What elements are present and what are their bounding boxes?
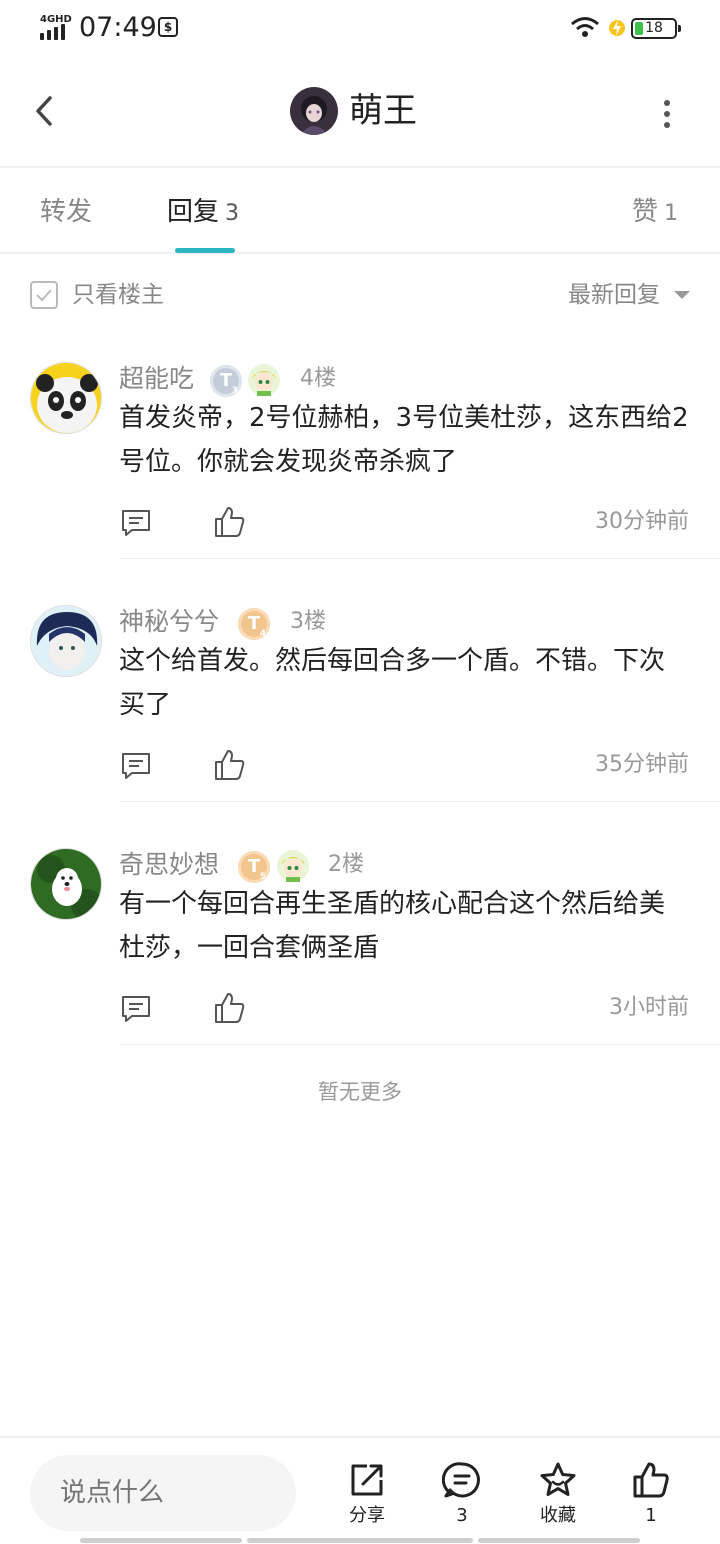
divider bbox=[120, 801, 720, 802]
divider bbox=[120, 558, 720, 559]
favorite-button[interactable]: 收藏 bbox=[522, 1460, 594, 1528]
gesture-bar bbox=[80, 1538, 242, 1543]
like-icon[interactable] bbox=[213, 505, 247, 539]
comment-time: 35分钟前 bbox=[595, 752, 689, 777]
commenter-avatar[interactable] bbox=[30, 848, 102, 920]
level-badge-icon: T5 bbox=[238, 851, 270, 883]
floor-number: 2楼 bbox=[328, 852, 364, 877]
comment-input[interactable] bbox=[30, 1455, 296, 1531]
only-op-label[interactable]: 只看楼主 bbox=[72, 280, 164, 310]
like-icon[interactable] bbox=[213, 748, 247, 782]
active-tab-indicator bbox=[175, 248, 235, 253]
more-options-button[interactable] bbox=[652, 92, 682, 132]
comment-item: 奇思妙想 T5 2楼 有一个每回合再生圣盾的核心配合这个然后给美杜莎，一回合套俩… bbox=[0, 848, 720, 1091]
top-nav: 萌王 bbox=[0, 56, 720, 168]
comment-count: 3 bbox=[456, 1505, 468, 1526]
author-avatar[interactable] bbox=[290, 87, 338, 135]
comment-item: 神秘兮兮 T4 3楼 这个给首发。然后每回合多一个盾。不错。下次买了 35分钟前 bbox=[0, 605, 720, 848]
tab-replies-count: 3 bbox=[225, 201, 240, 226]
share-button[interactable]: 分享 bbox=[331, 1460, 403, 1528]
filter-row: 只看楼主 最新回复 bbox=[0, 256, 720, 336]
like-button[interactable]: 1 bbox=[615, 1460, 687, 1528]
comment-time: 3小时前 bbox=[609, 995, 689, 1020]
tab-bar: 转发 回复 3 赞1 bbox=[0, 170, 720, 254]
commenter-avatar[interactable] bbox=[30, 362, 102, 434]
tab-likes[interactable]: 赞1 bbox=[632, 196, 678, 230]
status-time: 07:49 bbox=[79, 12, 157, 43]
share-icon bbox=[351, 1464, 383, 1496]
comment-text: 这个给首发。然后每回合多一个盾。不错。下次买了 bbox=[119, 646, 666, 720]
floor-number: 4楼 bbox=[300, 366, 336, 391]
caret-down-icon[interactable] bbox=[674, 291, 690, 299]
tab-likes-count: 1 bbox=[664, 201, 679, 226]
comment-button[interactable]: 3 bbox=[426, 1460, 498, 1528]
only-op-checkbox[interactable] bbox=[30, 281, 58, 309]
commenter-avatar[interactable] bbox=[30, 605, 102, 677]
tab-repost[interactable]: 转发 bbox=[40, 196, 92, 228]
comment-text: 首发炎帝，2号位赫柏，3号位美杜莎，这东西给2号位。你就会发现炎帝杀疯了 bbox=[119, 403, 689, 477]
gesture-bar bbox=[247, 1538, 473, 1543]
page-title: 萌王 bbox=[349, 91, 417, 131]
battery-icon: 18 bbox=[631, 18, 681, 39]
notification-icon: $ bbox=[158, 17, 178, 37]
reply-icon[interactable] bbox=[120, 993, 152, 1025]
charging-icon bbox=[609, 20, 625, 36]
level-badge-icon: T4 bbox=[238, 608, 270, 640]
bottom-action-bar: 分享 3 收藏 1 bbox=[0, 1436, 720, 1544]
commenter-name[interactable]: 奇思妙想 bbox=[119, 848, 219, 882]
share-label: 分享 bbox=[349, 1505, 385, 1526]
reply-icon[interactable] bbox=[120, 507, 152, 539]
comment-item: 超能吃 T3 4楼 首发炎帝，2号位赫柏，3号位美杜莎，这东西给2号位。你就会发… bbox=[0, 362, 720, 605]
status-bar: 4GHD 07:49 $ 18 bbox=[0, 0, 720, 56]
commenter-name[interactable]: 神秘兮兮 bbox=[119, 605, 219, 639]
commenter-name[interactable]: 超能吃 bbox=[119, 362, 194, 396]
character-badge-icon bbox=[248, 364, 280, 396]
favorite-label: 收藏 bbox=[540, 1505, 576, 1526]
divider bbox=[120, 1044, 720, 1045]
battery-level: 18 bbox=[645, 20, 663, 36]
like-count: 1 bbox=[645, 1505, 657, 1526]
wifi-icon bbox=[571, 17, 599, 37]
star-icon bbox=[540, 1462, 576, 1496]
comment-text: 有一个每回合再生圣盾的核心配合这个然后给美杜莎，一回合套俩圣盾 bbox=[119, 889, 666, 963]
comment-time: 30分钟前 bbox=[595, 509, 689, 534]
network-type: 4GHD bbox=[40, 14, 72, 25]
check-icon bbox=[36, 289, 52, 302]
back-button[interactable] bbox=[26, 86, 66, 136]
like-icon[interactable] bbox=[213, 991, 247, 1025]
gesture-bar bbox=[478, 1538, 640, 1543]
thumbs-up-icon bbox=[633, 1462, 669, 1498]
reply-icon[interactable] bbox=[120, 750, 152, 782]
level-badge-icon: T3 bbox=[210, 365, 242, 397]
signal-icon: 4GHD bbox=[40, 14, 72, 40]
floor-number: 3楼 bbox=[290, 609, 326, 634]
comment-icon bbox=[442, 1462, 480, 1498]
no-more-text: 暂无更多 bbox=[318, 1080, 402, 1104]
tab-replies[interactable]: 回复 3 bbox=[167, 196, 239, 230]
sort-dropdown[interactable]: 最新回复 bbox=[568, 280, 660, 310]
character-badge-icon bbox=[277, 850, 309, 882]
